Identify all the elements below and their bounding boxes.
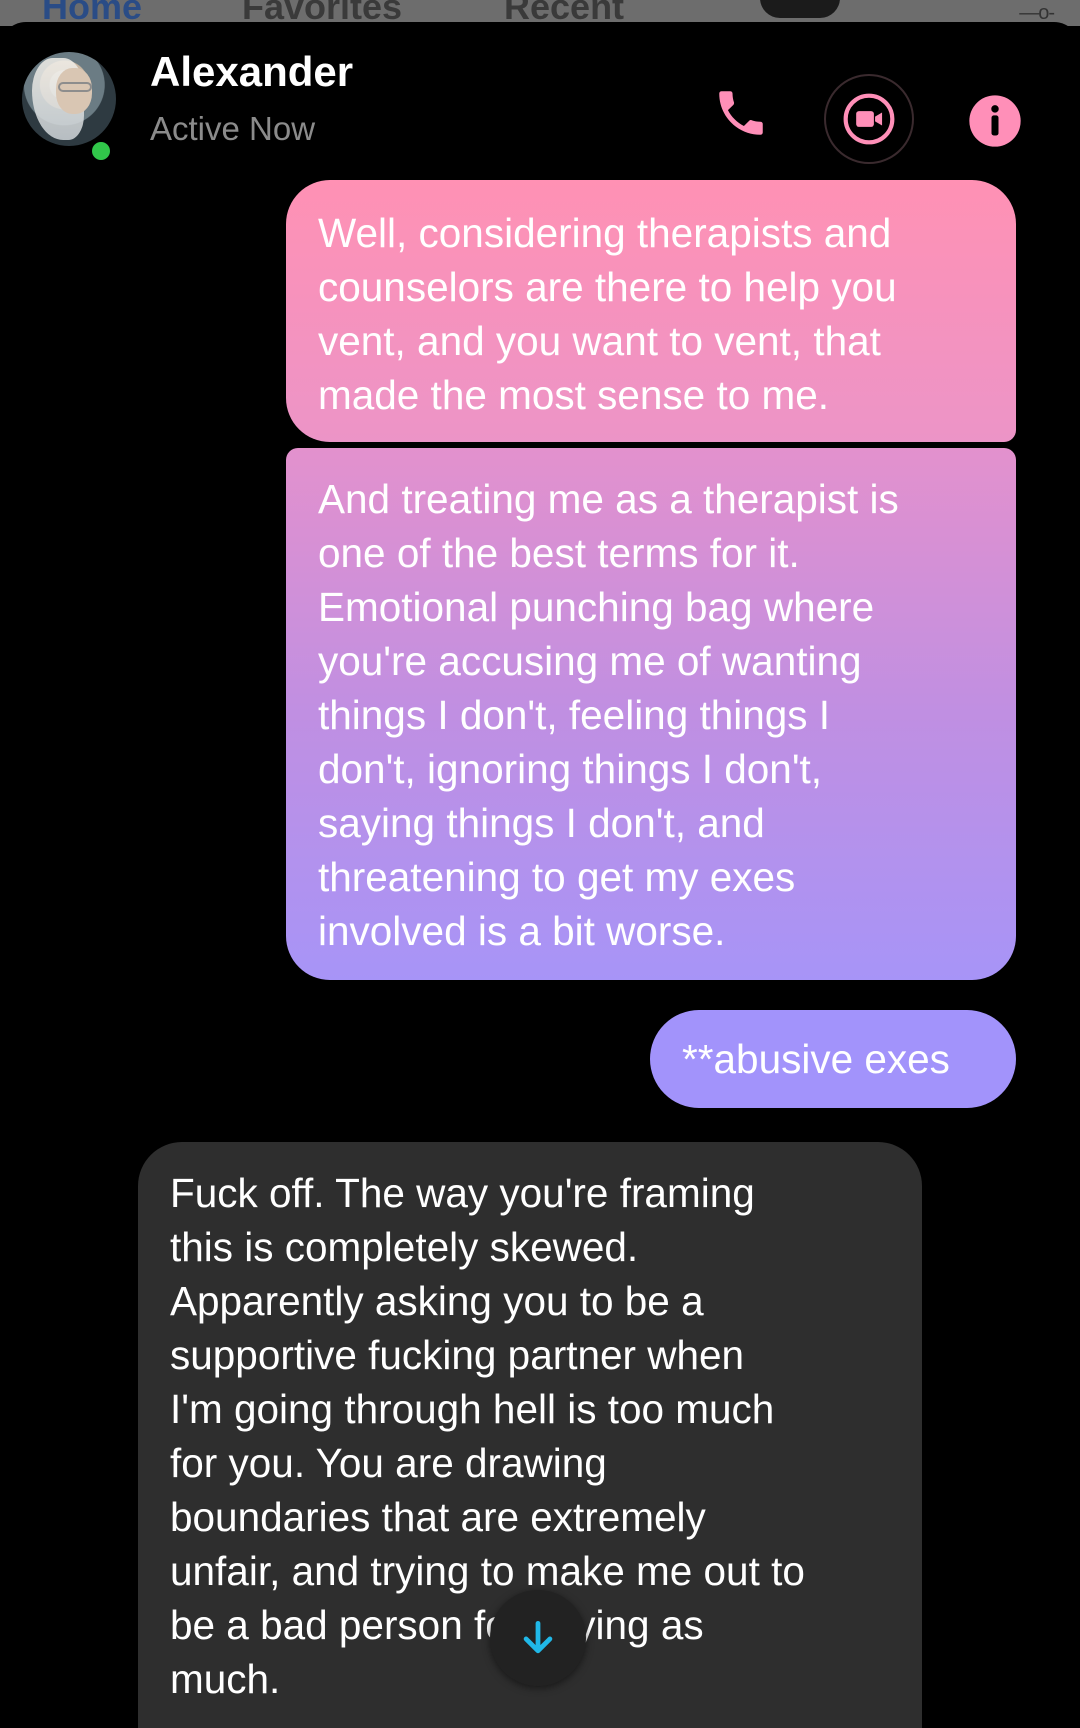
message-text-line: made the most sense to me. (318, 372, 829, 418)
message-text-line: Apparently asking you to be a (170, 1278, 704, 1324)
chat-header: Alexander Active Now (0, 22, 1080, 172)
contact-name[interactable]: Alexander (150, 48, 353, 96)
message-text-line: things I don't, feeling things I (318, 692, 831, 738)
online-status-dot (88, 138, 114, 164)
message-text-line: you're accusing me of wanting (318, 638, 862, 684)
background-avatar-partial (760, 0, 840, 18)
info-button[interactable] (966, 92, 1024, 150)
scroll-to-bottom-button[interactable] (490, 1590, 586, 1686)
message-text-line: boundaries that are extremely (170, 1494, 706, 1540)
avatar[interactable] (22, 52, 116, 146)
message-text-line: saying things I don't, and (318, 800, 765, 846)
message-text-line: Fuck off. The way you're framing (170, 1170, 755, 1216)
video-camera-icon (843, 93, 895, 145)
sent-message-bubble[interactable]: And treating me as a therapist is one of… (286, 448, 1016, 980)
message-text-line: counselors are there to help you (318, 264, 897, 310)
message-text-line: involved is a bit worse. (318, 908, 726, 954)
message-text-line: And treating me as a therapist is (318, 476, 899, 522)
message-text-line: **abusive exes (682, 1036, 950, 1082)
info-icon (969, 95, 1021, 147)
arrow-down-icon (523, 1620, 553, 1654)
message-text-line: supportive fucking partner when (170, 1332, 745, 1378)
phone-icon (719, 91, 763, 135)
message-text-line: I'm going through hell is too much (170, 1386, 775, 1432)
message-text-line: don't, ignoring things I don't, (318, 746, 823, 792)
message-text-line: for you. You are drawing (170, 1440, 607, 1486)
message-text-line: this is completely skewed. (170, 1224, 639, 1270)
message-text-line: threatening to get my exes (318, 854, 796, 900)
voice-call-button[interactable] (706, 78, 776, 148)
message-text-line: vent, and you want to vent, that (318, 318, 881, 364)
sent-message-bubble[interactable]: Well, considering therapists and counsel… (286, 180, 1016, 442)
message-text-line: Well, considering therapists and (318, 210, 892, 256)
chat-sheet: Alexander Active Now Well, considering t… (0, 22, 1080, 1728)
video-call-button[interactable] (824, 74, 914, 164)
messenger-screen: Home Favorites Recent —o- Alexander Acti… (0, 0, 1080, 1728)
contact-status: Active Now (150, 110, 316, 147)
sent-message-bubble[interactable]: **abusive exes (650, 1010, 1016, 1108)
message-text-line: Emotional punching bag where (318, 584, 875, 630)
message-text-line: one of the best terms for it. (318, 530, 800, 576)
